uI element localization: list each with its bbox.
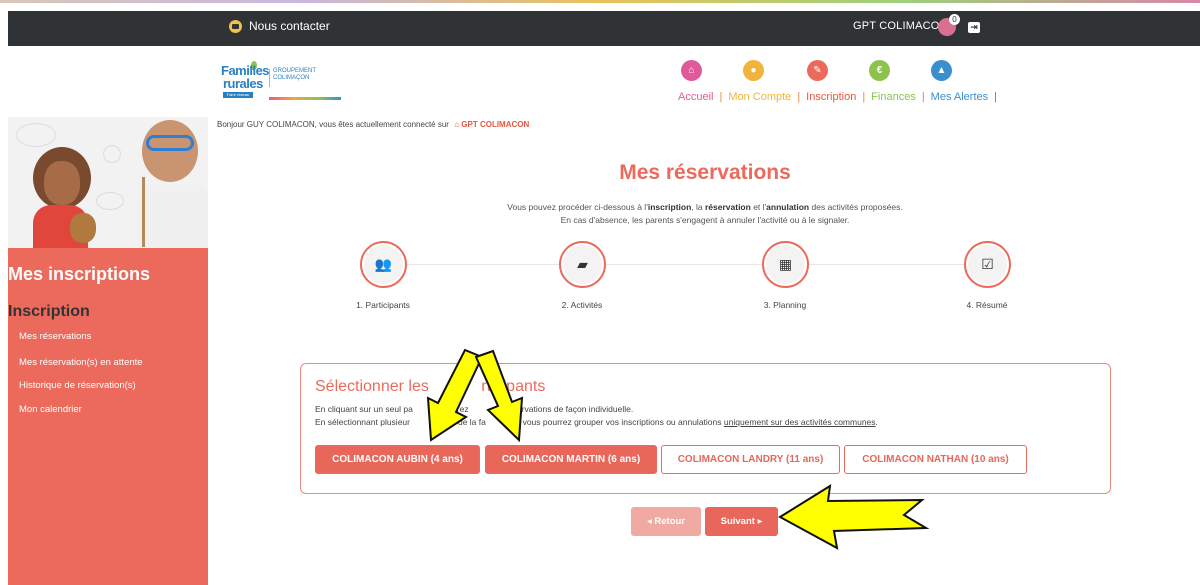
step-activites[interactable]: ▰ bbox=[559, 241, 606, 288]
back-button[interactable]: ◂ Retour bbox=[631, 507, 701, 536]
nav-finances[interactable]: Finances bbox=[871, 91, 916, 103]
step-label-activites: 2. Activités bbox=[561, 300, 603, 310]
contact-label: Nous contacter bbox=[249, 19, 330, 33]
step-participants[interactable]: 👥 bbox=[360, 241, 407, 288]
greeting-text: Bonjour GUY COLIMACON, vous êtes actuell… bbox=[217, 120, 449, 129]
logo[interactable]: Familles rurales GROUPEMENT COLIMAÇON Fa… bbox=[221, 61, 341, 103]
participants-line-2: En sélectionnant plusieur mbres de la fa,… bbox=[315, 417, 878, 427]
nav-mes-alertes[interactable]: Mes Alertes bbox=[931, 91, 988, 103]
user-icon[interactable]: ● bbox=[743, 60, 764, 81]
users-icon: 👥 bbox=[364, 245, 403, 284]
nav-accueil[interactable]: Accueil bbox=[678, 91, 713, 103]
home-icon[interactable]: ⌂ bbox=[681, 60, 702, 81]
house-icon: ⌂ bbox=[454, 120, 460, 129]
book-icon: ▰ bbox=[563, 245, 602, 284]
party-glasses bbox=[146, 135, 194, 151]
nav-inscription[interactable]: Inscription bbox=[806, 91, 856, 103]
annotation-arrow-suivant bbox=[778, 484, 930, 550]
sidebar-heading: Mes inscriptions bbox=[8, 264, 151, 284]
sidebar: Mes inscriptions Inscription Mes réserva… bbox=[8, 248, 208, 585]
participants-title: Sélectionner les rticipants bbox=[315, 378, 546, 395]
logo-color-bar bbox=[269, 97, 341, 100]
logout-icon[interactable]: ⇥ bbox=[968, 22, 980, 33]
checkbox-icon: ☑ bbox=[968, 245, 1007, 284]
steps-connector bbox=[385, 264, 995, 265]
nav-icons: ⌂ ● ✎ € ▲ bbox=[681, 60, 981, 82]
participant-aubin-button[interactable]: COLIMACON AUBIN (4 ans) bbox=[315, 445, 480, 474]
main-nav: Accueil | Mon Compte | Inscription | Finances |… bbox=[678, 91, 997, 103]
mail-icon bbox=[229, 19, 242, 33]
logo-separator bbox=[269, 69, 270, 87]
page-title: Mes réservations bbox=[619, 161, 791, 184]
sidebar-item-calendar[interactable]: Mon calendrier bbox=[19, 404, 82, 415]
contact-link[interactable]: Nous contacter bbox=[229, 19, 330, 33]
step-label-participants: 1. Participants bbox=[356, 300, 410, 310]
greeting: Bonjour GUY COLIMACON, vous êtes actuell… bbox=[217, 120, 529, 129]
participant-landry-button[interactable]: COLIMACON LANDRY (11 ans) bbox=[661, 445, 840, 474]
intro-line-2: En cas d'absence, les parents s'engagent… bbox=[560, 215, 850, 225]
step-resume[interactable]: ☑ bbox=[964, 241, 1011, 288]
euro-icon[interactable]: € bbox=[869, 60, 890, 81]
calendar-icon: ▦ bbox=[766, 245, 805, 284]
top-bar: Nous contacter GPT COLIMACON 0 ⇥ bbox=[8, 11, 1200, 46]
greeting-account[interactable]: GPT COLIMACON bbox=[461, 120, 529, 129]
sidebar-subheading: Inscription bbox=[8, 303, 90, 320]
sidebar-item-history[interactable]: Historique de réservation(s) bbox=[19, 380, 136, 391]
logo-group-2: COLIMAÇON bbox=[273, 75, 310, 81]
logo-group-1: GROUPEMENT bbox=[273, 68, 317, 74]
participants-panel: Sélectionner les rticipants En cliquant … bbox=[300, 363, 1111, 494]
intro-line-1: Vous pouvez procéder ci-dessous à l'insc… bbox=[507, 202, 903, 212]
step-planning[interactable]: ▦ bbox=[762, 241, 809, 288]
logo-word-2: rurales bbox=[223, 76, 263, 91]
account-name[interactable]: GPT COLIMACON bbox=[853, 20, 948, 32]
step-label-planning: 3. Planning bbox=[763, 300, 807, 310]
alert-icon[interactable]: ▲ bbox=[931, 60, 952, 81]
pencil-icon[interactable]: ✎ bbox=[807, 60, 828, 81]
participants-line-1: En cliquant sur un seul pa ant, gérez erv… bbox=[315, 404, 634, 414]
logo-tag: Faire réseau bbox=[223, 92, 253, 98]
nav-mon-compte[interactable]: Mon Compte bbox=[728, 91, 791, 103]
intro-text: Vous pouvez procéder ci-dessous à l'insc… bbox=[0, 201, 1200, 227]
top-accent-line bbox=[0, 0, 1200, 3]
step-label-resume: 4. Résumé bbox=[966, 300, 1008, 310]
sidebar-item-pending[interactable]: Mes réservation(s) en attente bbox=[19, 357, 143, 368]
sidebar-item-reservations[interactable]: Mes réservations bbox=[19, 331, 91, 342]
participant-nathan-button[interactable]: COLIMACON NATHAN (10 ans) bbox=[844, 445, 1027, 474]
cart-count-badge: 0 bbox=[949, 14, 960, 25]
participant-martin-button[interactable]: COLIMACON MARTIN (6 ans) bbox=[485, 445, 657, 474]
next-button[interactable]: Suivant ▸ bbox=[705, 507, 778, 536]
